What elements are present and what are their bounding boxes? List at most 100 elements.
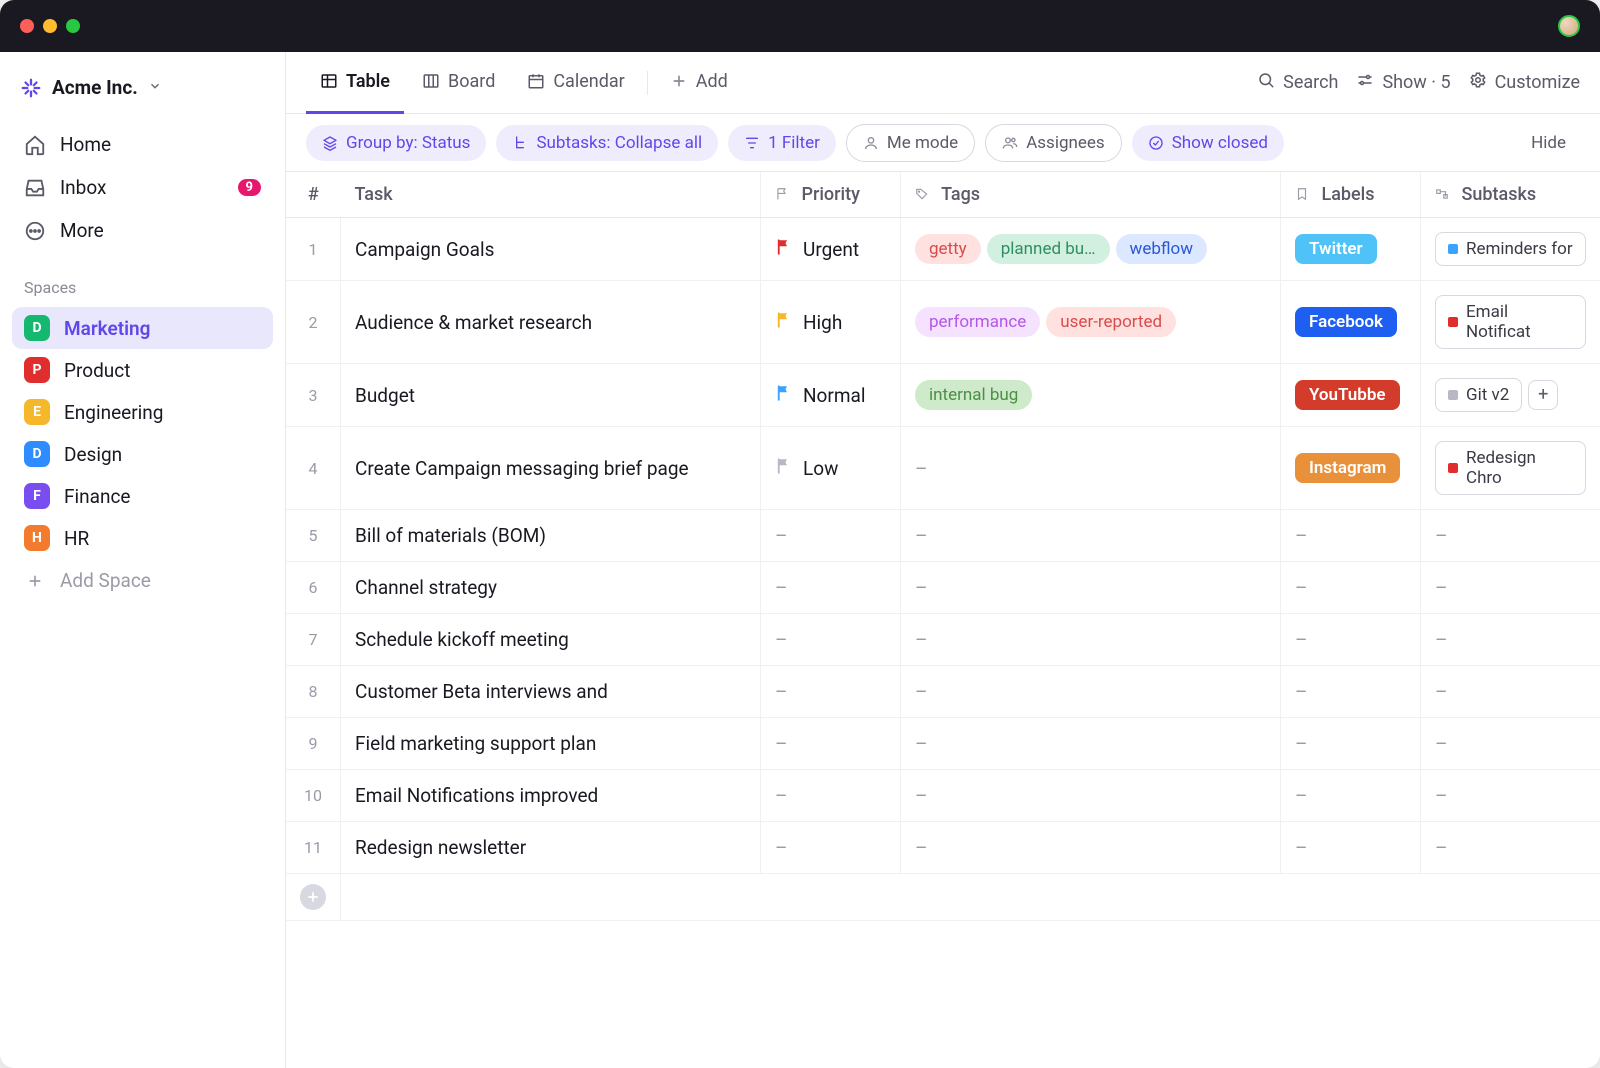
tag-chip[interactable]: user-reported (1046, 307, 1176, 337)
subtask-chip[interactable]: Redesign Chro (1435, 441, 1586, 495)
tags-cell[interactable]: gettyplanned bu…webflow (901, 218, 1281, 281)
customize-button[interactable]: Customize (1469, 71, 1580, 94)
labels-cell[interactable]: – (1281, 510, 1421, 562)
column-header-labels[interactable]: Labels (1281, 172, 1421, 218)
tags-cell[interactable]: – (901, 614, 1281, 666)
subtasks-filter[interactable]: Subtasks: Collapse all (496, 125, 718, 161)
labels-cell[interactable]: – (1281, 666, 1421, 718)
tags-cell[interactable]: – (901, 427, 1281, 510)
space-item-engineering[interactable]: EEngineering (12, 391, 273, 433)
space-item-hr[interactable]: HHR (12, 517, 273, 559)
task-row[interactable]: 5 Bill of materials (BOM) – – – – (286, 510, 1600, 562)
task-name-cell[interactable]: Channel strategy (341, 562, 761, 614)
space-item-design[interactable]: DDesign (12, 433, 273, 475)
priority-cell[interactable]: High (761, 281, 901, 364)
add-space-button[interactable]: Add Space (12, 559, 273, 602)
labels-cell[interactable]: – (1281, 562, 1421, 614)
task-row[interactable]: 11 Redesign newsletter – – – – (286, 822, 1600, 874)
labels-cell[interactable]: Instagram (1281, 427, 1421, 510)
task-name-cell[interactable]: Email Notifications improved (341, 770, 761, 822)
assignees-button[interactable]: Assignees (985, 124, 1122, 162)
tags-cell[interactable]: – (901, 770, 1281, 822)
task-row[interactable]: 9 Field marketing support plan – – – – (286, 718, 1600, 770)
task-row[interactable]: 3 Budget Normal internal bug YouTubbe Gi… (286, 364, 1600, 427)
label-chip[interactable]: Instagram (1295, 453, 1400, 483)
subtask-chip[interactable]: Reminders for (1435, 232, 1586, 266)
tags-cell[interactable]: internal bug (901, 364, 1281, 427)
task-row[interactable]: 8 Customer Beta interviews and – – – – (286, 666, 1600, 718)
task-row[interactable]: 4 Create Campaign messaging brief page L… (286, 427, 1600, 510)
tags-cell[interactable]: – (901, 666, 1281, 718)
task-name-cell[interactable]: Audience & market research (341, 281, 761, 364)
task-name-cell[interactable]: Create Campaign messaging brief page (341, 427, 761, 510)
subtasks-cell[interactable]: Redesign Chro (1421, 427, 1600, 510)
priority-cell[interactable]: Normal (761, 364, 901, 427)
priority-cell[interactable]: Urgent (761, 218, 901, 281)
task-row[interactable]: 7 Schedule kickoff meeting – – – – (286, 614, 1600, 666)
task-row[interactable]: 2 Audience & market research High perfor… (286, 281, 1600, 364)
priority-cell[interactable]: Low (761, 427, 901, 510)
space-item-product[interactable]: PProduct (12, 349, 273, 391)
workspace-switcher[interactable]: Acme Inc. (12, 70, 273, 105)
labels-cell[interactable]: – (1281, 614, 1421, 666)
subtasks-cell[interactable]: – (1421, 614, 1600, 666)
priority-cell[interactable]: – (761, 510, 901, 562)
column-header-number[interactable]: # (286, 172, 341, 218)
task-row[interactable]: 6 Channel strategy – – – – (286, 562, 1600, 614)
task-name-cell[interactable]: Schedule kickoff meeting (341, 614, 761, 666)
task-name-cell[interactable]: Field marketing support plan (341, 718, 761, 770)
label-chip[interactable]: Facebook (1295, 307, 1397, 337)
subtask-chip[interactable]: Git v2 (1435, 378, 1522, 412)
task-row[interactable]: 10 Email Notifications improved – – – – (286, 770, 1600, 822)
view-tab-table[interactable]: Table (306, 52, 404, 114)
task-table[interactable]: # Task Priority Tags (286, 172, 1600, 1068)
labels-cell[interactable]: YouTubbe (1281, 364, 1421, 427)
space-item-finance[interactable]: FFinance (12, 475, 273, 517)
column-header-task[interactable]: Task (341, 172, 761, 218)
priority-cell[interactable]: – (761, 770, 901, 822)
maximize-window-button[interactable] (66, 19, 80, 33)
search-button[interactable]: Search (1257, 71, 1338, 94)
user-avatar[interactable] (1558, 15, 1580, 37)
add-subtask-button[interactable]: + (1528, 380, 1558, 410)
minimize-window-button[interactable] (43, 19, 57, 33)
subtask-chip[interactable]: Email Notificat (1435, 295, 1586, 349)
task-name-cell[interactable]: Redesign newsletter (341, 822, 761, 874)
task-name-cell[interactable]: Campaign Goals (341, 218, 761, 281)
tags-cell[interactable]: – (901, 510, 1281, 562)
column-header-subtasks[interactable]: Subtasks (1421, 172, 1600, 218)
tag-chip[interactable]: planned bu… (987, 234, 1110, 264)
label-chip[interactable]: YouTubbe (1295, 380, 1400, 410)
labels-cell[interactable]: Facebook (1281, 281, 1421, 364)
subtasks-cell[interactable]: – (1421, 510, 1600, 562)
filter-button[interactable]: 1 Filter (728, 125, 836, 161)
show-closed-button[interactable]: Show closed (1132, 125, 1284, 161)
labels-cell[interactable]: – (1281, 770, 1421, 822)
tags-cell[interactable]: – (901, 718, 1281, 770)
add-row-button[interactable] (286, 874, 341, 921)
task-row[interactable]: 1 Campaign Goals Urgent gettyplanned bu…… (286, 218, 1600, 281)
space-item-marketing[interactable]: DMarketing (12, 307, 273, 349)
tag-chip[interactable]: internal bug (915, 380, 1032, 410)
tags-cell[interactable]: performanceuser-reported (901, 281, 1281, 364)
priority-cell[interactable]: – (761, 822, 901, 874)
hide-filters-button[interactable]: Hide (1517, 125, 1580, 161)
subtasks-cell[interactable]: – (1421, 718, 1600, 770)
priority-cell[interactable]: – (761, 562, 901, 614)
show-columns-button[interactable]: Show · 5 (1356, 71, 1450, 94)
column-header-tags[interactable]: Tags (901, 172, 1281, 218)
tag-chip[interactable]: webflow (1116, 234, 1207, 264)
priority-cell[interactable]: – (761, 614, 901, 666)
tags-cell[interactable]: – (901, 562, 1281, 614)
subtasks-cell[interactable]: Git v2+ (1421, 364, 1600, 427)
view-tab-calendar[interactable]: Calendar (513, 52, 638, 114)
priority-cell[interactable]: – (761, 718, 901, 770)
view-tab-board[interactable]: Board (408, 52, 509, 114)
nav-item-more[interactable]: More (12, 209, 273, 252)
labels-cell[interactable]: – (1281, 718, 1421, 770)
tags-cell[interactable]: – (901, 822, 1281, 874)
task-name-cell[interactable]: Customer Beta interviews and (341, 666, 761, 718)
group-by-filter[interactable]: Group by: Status (306, 125, 486, 161)
add-view-button[interactable]: Add (656, 52, 742, 114)
label-chip[interactable]: Twitter (1295, 234, 1377, 264)
